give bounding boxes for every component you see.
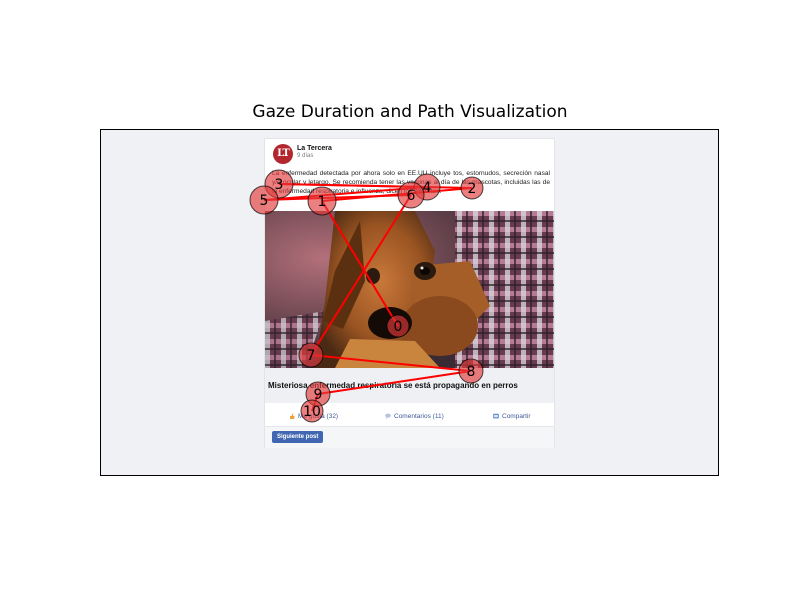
share-icon bbox=[493, 413, 499, 419]
post-image[interactable] bbox=[265, 211, 554, 368]
post-time: 9 días bbox=[297, 153, 314, 159]
link-title[interactable]: Misteriosa enfermedad respiratoria se es… bbox=[268, 381, 518, 390]
page-name[interactable]: La Tercera bbox=[297, 145, 332, 152]
dog-photo bbox=[265, 211, 554, 368]
comment-icon bbox=[385, 413, 391, 419]
comment-label: Comentarios (11) bbox=[394, 413, 444, 420]
figure-title: Gaze Duration and Path Visualization bbox=[252, 102, 568, 122]
comment-button[interactable]: Comentarios (11) bbox=[385, 413, 444, 420]
thumbs-up-icon bbox=[290, 413, 295, 419]
page-avatar[interactable]: LT bbox=[273, 144, 293, 164]
share-button[interactable]: Compartir bbox=[493, 413, 531, 420]
like-button[interactable]: Me gusta (32) bbox=[289, 413, 338, 420]
like-label: Me gusta (32) bbox=[298, 413, 339, 420]
link-preview[interactable]: Misteriosa enfermedad respiratoria se es… bbox=[265, 368, 554, 403]
action-bar: Me gusta (32) Comentarios (11) Compartir bbox=[265, 409, 554, 425]
facebook-post-card: LT La Tercera 9 días La enfermedad detec… bbox=[264, 138, 555, 448]
post-text: La enfermedad detectada por ahora solo e… bbox=[272, 170, 550, 196]
card-footer: Siguiente post bbox=[265, 426, 554, 448]
next-post-button[interactable]: Siguiente post bbox=[272, 431, 324, 443]
share-label: Compartir bbox=[502, 413, 531, 420]
